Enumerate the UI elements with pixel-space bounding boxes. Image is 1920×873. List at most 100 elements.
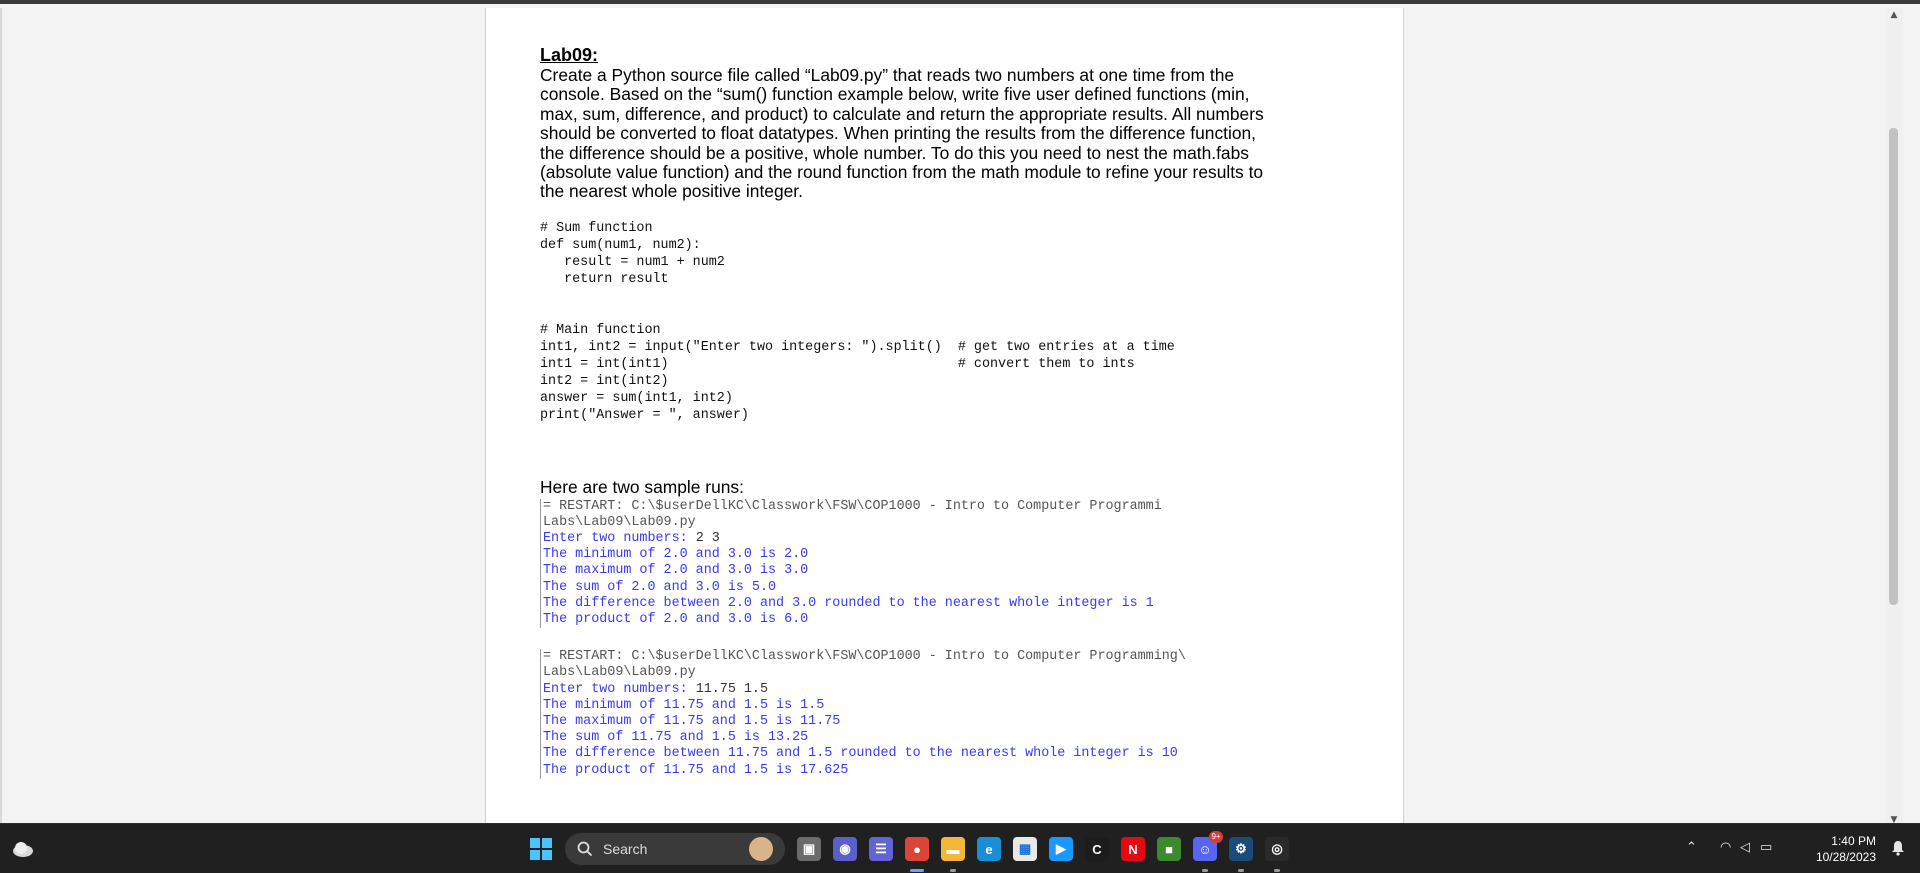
paragraph-line: max, sum, difference, and product) to ca… [540, 103, 1264, 124]
running-indicator [1274, 869, 1280, 872]
teams-meet-icon: ◉ [833, 837, 857, 861]
file-explorer-icon: ▬ [941, 837, 965, 861]
minecraft-icon: ■ [1157, 837, 1181, 861]
search-icon [577, 841, 593, 857]
code-line: # Sum function [540, 220, 653, 236]
edge-icon: e [977, 837, 1001, 861]
prompt-line: Enter two numbers: 11.75 1.5 [543, 682, 1300, 698]
obs-icon: ◎ [1265, 837, 1289, 861]
code-line: return result [540, 271, 669, 287]
sum-function-code: # Sum function def sum(num1, num2): resu… [540, 220, 1340, 288]
output-line: The product of 11.75 and 1.5 is 17.625 [543, 762, 849, 778]
user-input: 2 3 [695, 531, 720, 547]
output-line: The minimum of 11.75 and 1.5 is 1.5 [543, 697, 825, 713]
output-line: The difference between 2.0 and 3.0 round… [543, 595, 1154, 611]
script-path-line: Labs\Lab09\Lab09.py [543, 514, 696, 530]
teams-meet-taskbar-button[interactable]: ◉ [827, 824, 863, 873]
output-line: The sum of 2.0 and 3.0 is 5.0 [543, 579, 777, 595]
running-indicator [1238, 869, 1244, 872]
prompt-text: Enter two numbers: [543, 681, 696, 697]
taskbar: Search ▣ ◉ ☰ ● ▬ e ▦ ▶ C N ■ ☺ 9+ ⚙ ◎ ⌃ ◠ ◁ ▭ 1:40 PM … [0, 823, 1920, 873]
restart-line: = RESTART: C:\$userDellKC\Classwork\FSW\… [543, 498, 1162, 514]
paragraph-line: Create a Python source file called “Lab0… [540, 65, 1235, 85]
windows-logo-icon [530, 838, 552, 860]
codehs-taskbar-button[interactable]: C [1079, 824, 1115, 873]
output-line: The difference between 11.75 and 1.5 rou… [543, 746, 1178, 762]
paragraph-line: (absolute value function) and the round … [540, 161, 1264, 182]
search-highlight-icon [749, 837, 773, 861]
code-line: # Main function [540, 322, 661, 338]
obs-taskbar-button[interactable]: ◎ [1259, 824, 1295, 873]
main-function-code: # Main function int1, int2 = input("Ente… [540, 322, 1340, 424]
paragraph-line: the nearest whole positive integer. [540, 181, 803, 202]
output-line: The maximum of 2.0 and 3.0 is 3.0 [543, 563, 809, 579]
viewer-left-edge [0, 8, 2, 827]
document-viewer: Lab09: Create a Python source file calle… [0, 0, 1920, 827]
steam-icon: ⚙ [1229, 837, 1253, 861]
sample-run-2: = RESTART: C:\$userDellKC\Classwork\FSW\… [540, 649, 1300, 779]
system-tray: ⌃ ◠ ◁ ▭ 1:40 PM 10/28/2023 [1680, 824, 1920, 873]
steam-taskbar-button[interactable]: ⚙ [1223, 824, 1259, 873]
chrome-icon: ● [905, 837, 929, 861]
search-label: Search [603, 841, 648, 857]
task-view-taskbar-button[interactable]: ▣ [791, 824, 827, 873]
sample-run-1: = RESTART: C:\$userDellKC\Classwork\FSW\… [540, 498, 1240, 629]
microsoft-store-taskbar-button[interactable]: ▦ [1007, 824, 1043, 873]
document-page: Lab09: Create a Python source file calle… [485, 8, 1404, 827]
code-line: result = num1 + num2 [540, 254, 725, 270]
notification-bell-icon[interactable] [1890, 840, 1906, 856]
code-line: def sum(num1, num2): [540, 237, 701, 253]
lab-title: Lab09: [540, 45, 599, 65]
chrome-taskbar-button[interactable]: ● [899, 824, 935, 873]
discord-taskbar-button[interactable]: ☺ 9+ [1187, 824, 1223, 873]
output-line: The sum of 11.75 and 1.5 is 13.25 [543, 730, 809, 746]
code-line: int1 = int(int1) # convert them to ints [540, 356, 1135, 372]
assignment-paragraph: Create a Python source file called “Lab0… [540, 65, 1340, 202]
show-hidden-icons-chevron-icon[interactable]: ⌃ [1686, 840, 1697, 855]
page-content: Lab09: Create a Python source file calle… [540, 45, 1340, 779]
wifi-icon[interactable]: ◠ [1720, 840, 1731, 855]
chat-taskbar-button[interactable]: ☰ [863, 824, 899, 873]
clock[interactable]: 1:40 PM 10/28/2023 [1816, 833, 1876, 865]
prompt-line: Enter two numbers: 2 3 [543, 531, 1240, 547]
running-indicator [950, 869, 956, 872]
clock-time: 1:40 PM [1831, 834, 1876, 848]
user-input: 11.75 1.5 [695, 681, 769, 697]
microsoft-store-icon: ▦ [1013, 837, 1037, 861]
prime-video-taskbar-button[interactable]: ▶ [1043, 824, 1079, 873]
file-explorer-taskbar-button[interactable]: ▬ [935, 824, 971, 873]
netflix-taskbar-button[interactable]: N [1115, 824, 1151, 873]
weather-widget-icon[interactable] [8, 824, 38, 873]
code-line: answer = sum(int1, int2) [540, 390, 733, 406]
paragraph-line: console. Based on the “sum() function ex… [540, 84, 1250, 105]
chat-icon: ☰ [869, 837, 893, 861]
start-button[interactable] [526, 824, 556, 873]
code-line: int2 = int(int2) [540, 373, 669, 389]
minecraft-taskbar-button[interactable]: ■ [1151, 824, 1187, 873]
prime-video-icon: ▶ [1049, 837, 1073, 861]
sample-runs-heading: Here are two sample runs: [540, 476, 744, 497]
scroll-thumb[interactable] [1889, 128, 1898, 605]
scroll-up-arrow-icon[interactable]: ▲ [1889, 10, 1899, 20]
code-line: int1, int2 = input("Enter two integers: … [540, 339, 1175, 355]
prompt-text: Enter two numbers: [543, 531, 696, 547]
active-indicator [910, 869, 924, 872]
code-line: print("Answer = ", answer) [540, 407, 749, 423]
output-line: The maximum of 11.75 and 1.5 is 11.75 [543, 713, 841, 729]
output-line: The product of 2.0 and 3.0 is 6.0 [543, 612, 809, 628]
netflix-icon: N [1121, 837, 1145, 861]
discord-notification-badge: 9+ [1209, 831, 1223, 843]
vertical-scrollbar[interactable]: ▲ ▼ [1885, 8, 1903, 827]
taskbar-search[interactable]: Search [565, 833, 785, 865]
running-indicator [1202, 869, 1208, 872]
battery-icon[interactable]: ▭ [1760, 840, 1772, 855]
paragraph-line: the difference should be a positive, who… [540, 142, 1249, 163]
edge-taskbar-button[interactable]: e [971, 824, 1007, 873]
task-view-icon: ▣ [797, 837, 821, 861]
volume-icon[interactable]: ◁ [1740, 840, 1750, 855]
paragraph-line: should be converted to float datatypes. … [540, 123, 1257, 144]
script-path-line: Labs\Lab09\Lab09.py [543, 665, 696, 681]
clock-date: 10/28/2023 [1815, 850, 1876, 864]
restart-line: = RESTART: C:\$userDellKC\Classwork\FSW\… [543, 649, 1186, 665]
output-line: The minimum of 2.0 and 3.0 is 2.0 [543, 547, 809, 563]
